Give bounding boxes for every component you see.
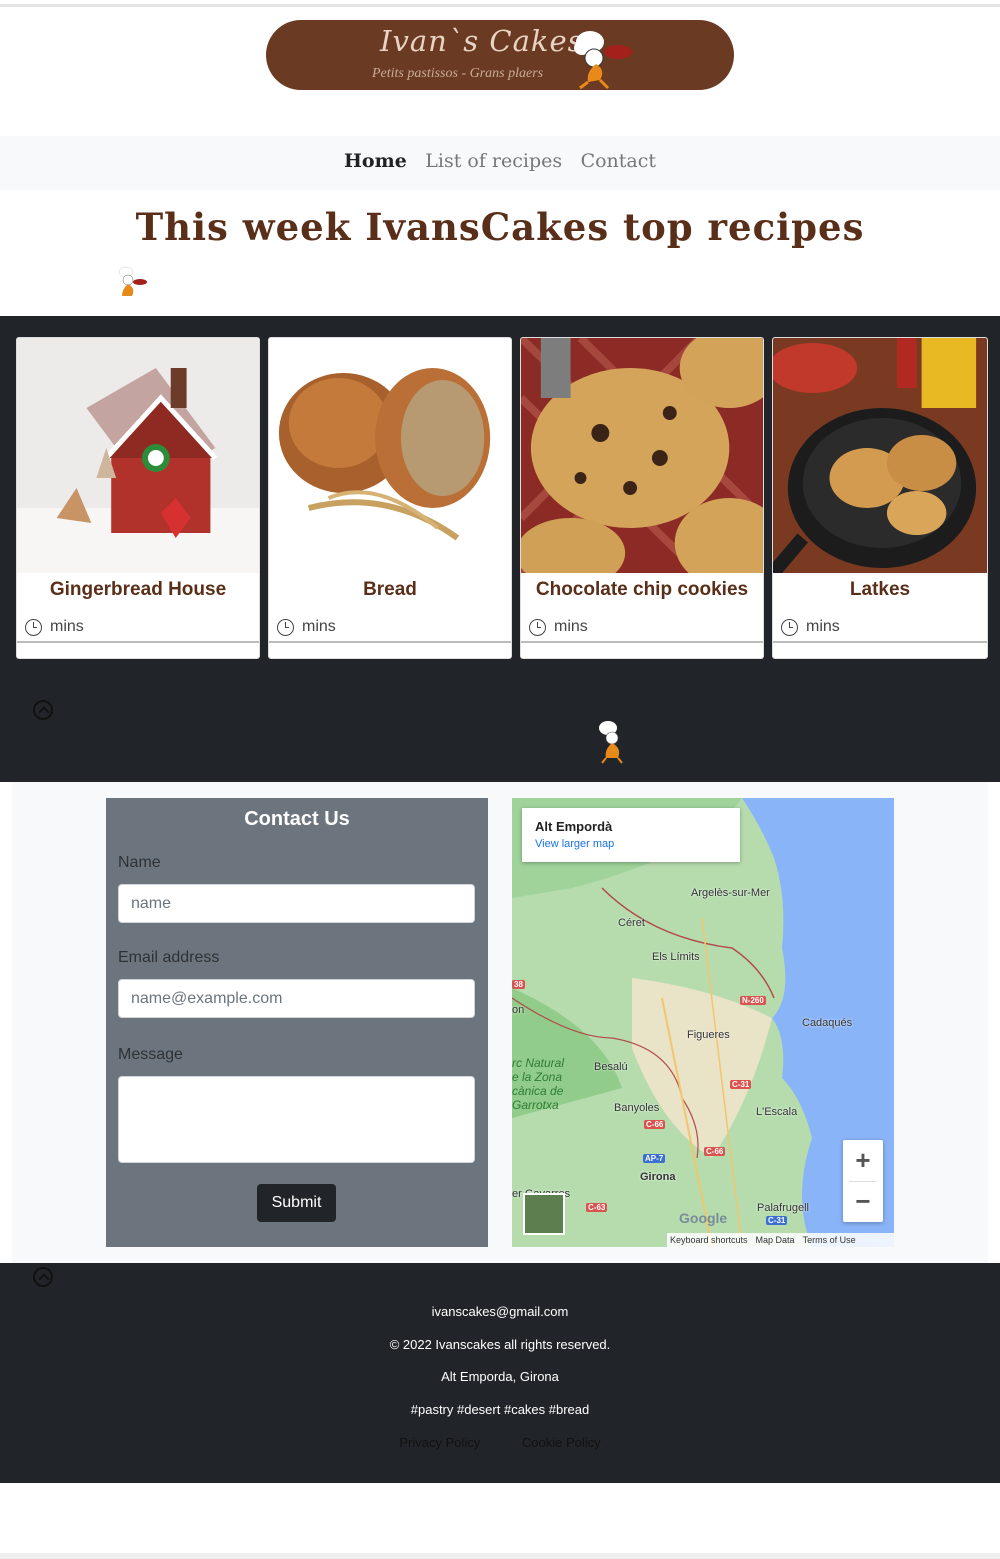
chef-mascot-icon [599, 721, 623, 764]
contact-form: Contact Us Name Email address Message Su… [106, 798, 488, 1247]
recipe-title: Chocolate chip cookies [535, 579, 749, 600]
recipe-time: mins [529, 618, 588, 636]
privacy-policy-link[interactable]: Privacy Policy [399, 1435, 480, 1450]
contact-form-title: Contact Us [244, 808, 350, 830]
recipe-time-label: mins [50, 618, 84, 635]
recipe-card[interactable]: Latkes mins [772, 337, 988, 659]
map-satellite-toggle[interactable] [523, 1193, 565, 1235]
map-label: Argelès-sur-Mer [691, 887, 770, 899]
recipe-card[interactable]: Chocolate chip cookies mins [520, 337, 764, 659]
map-label: Girona [640, 1171, 676, 1183]
view-larger-map-link[interactable]: View larger map [535, 838, 614, 850]
top-border [0, 4, 1000, 7]
map-label: L'Escala [756, 1106, 798, 1118]
road-sign: C-66 [644, 1120, 666, 1129]
clock-icon [781, 618, 798, 636]
map-label: Besalú [594, 1061, 628, 1073]
submit-button[interactable]: Submit [257, 1184, 336, 1222]
map-park-label: rc Natural e la Zona cànica de Garrotxa [512, 1056, 565, 1112]
bread-image [269, 338, 511, 573]
site-logo[interactable]: Ivan`s Cakes Petits pastissos - Grans pl… [266, 20, 734, 90]
road-sign: C-63 [586, 1203, 608, 1212]
recipe-title: Bread [363, 579, 417, 600]
clock-icon [25, 618, 42, 636]
road-sign: C-31 [730, 1080, 752, 1089]
name-field[interactable] [118, 884, 475, 923]
nav-list-of-recipes[interactable]: List of recipes [425, 150, 562, 172]
chef-mascot-icon [574, 31, 632, 90]
recipe-title: Gingerbread House [49, 579, 227, 600]
scroll-up-icon[interactable] [33, 1267, 53, 1287]
card-divider [521, 641, 763, 643]
map-zoom-controls: + − [843, 1140, 883, 1222]
recipe-time: mins [277, 618, 336, 636]
cookie-policy-link[interactable]: Cookie Policy [522, 1435, 601, 1450]
main-nav: Home List of recipes Contact [0, 136, 1000, 190]
map-label: Palafrugell [757, 1202, 809, 1214]
road-sign: C-66 [704, 1147, 726, 1156]
clock-icon [277, 618, 294, 636]
chocolate-chip-cookies-image [521, 338, 763, 573]
recipe-time: mins [781, 618, 840, 636]
map-label: Cadaqués [802, 1017, 853, 1029]
recipe-card[interactable]: Gingerbread House mins [16, 337, 260, 659]
bottom-border [0, 1553, 1000, 1559]
map-footer-bar: Keyboard shortcuts Map Data Terms of Use [667, 1233, 894, 1247]
road-sign: 38 [512, 980, 525, 989]
gingerbread-house-image [17, 338, 259, 573]
site-footer: ivanscakes@gmail.com © 2022 Ivanscakes a… [0, 1263, 1000, 1483]
terms-of-use-link[interactable]: Terms of Use [803, 1235, 856, 1245]
message-field[interactable] [118, 1076, 475, 1163]
map-label: Figueres [687, 1029, 730, 1041]
footer-tags: #pastry #desert #cakes #bread [410, 1402, 590, 1417]
nav-contact[interactable]: Contact [581, 150, 656, 172]
logo-subtitle: Petits pastissos - Grans plaers [372, 66, 544, 81]
card-divider [773, 641, 987, 643]
card-divider [269, 641, 511, 643]
recipe-title: Latkes [849, 579, 911, 600]
road-sign: N-260 [740, 996, 766, 1005]
embedded-map[interactable]: Alt Empordà View larger map Argelès-sur-… [512, 798, 894, 1247]
zoom-out-button[interactable]: − [843, 1181, 883, 1222]
page-title: This week IvansCakes top recipes [135, 205, 865, 249]
map-label: Banyoles [614, 1102, 660, 1114]
name-label: Name [118, 854, 161, 871]
recipe-time-label: mins [302, 618, 336, 635]
scroll-up-icon[interactable] [33, 700, 53, 720]
road-sign: AP-7 [643, 1154, 666, 1163]
card-divider [17, 641, 259, 643]
footer-copyright: © 2022 Ivanscakes all rights reserved. [389, 1337, 611, 1352]
message-label: Message [118, 1046, 183, 1063]
keyboard-shortcuts-link[interactable]: Keyboard shortcuts [670, 1235, 748, 1245]
recipe-time: mins [25, 618, 84, 636]
map-data-link[interactable]: Map Data [756, 1235, 795, 1245]
footer-links: Privacy Policy Cookie Policy [0, 1435, 1000, 1450]
footer-location: Alt Emporda, Girona [441, 1369, 559, 1384]
recipe-time-label: mins [806, 618, 840, 635]
zoom-in-button[interactable]: + [843, 1140, 883, 1181]
map-label: Els Límits [652, 951, 700, 963]
footer-email[interactable]: ivanscakes@gmail.com [0, 1304, 1000, 1319]
email-field[interactable] [118, 979, 475, 1018]
recipe-time-label: mins [554, 618, 588, 635]
logo-title: Ivan`s Cakes [380, 24, 584, 58]
road-sign: C-31 [766, 1216, 788, 1225]
map-place-title: Alt Empordà [535, 819, 613, 834]
map-label: on [512, 1004, 525, 1016]
recipe-card[interactable]: Bread mins [268, 337, 512, 659]
clock-icon [529, 618, 546, 636]
email-label: Email address [118, 949, 220, 966]
map-label: Céret [618, 917, 645, 929]
google-logo: Google [679, 1210, 728, 1226]
map-info-box: Alt Empordà View larger map [522, 808, 740, 862]
latkes-image [773, 338, 987, 573]
nav-home[interactable]: Home [344, 150, 407, 172]
chef-mascot-small-icon [118, 266, 147, 296]
